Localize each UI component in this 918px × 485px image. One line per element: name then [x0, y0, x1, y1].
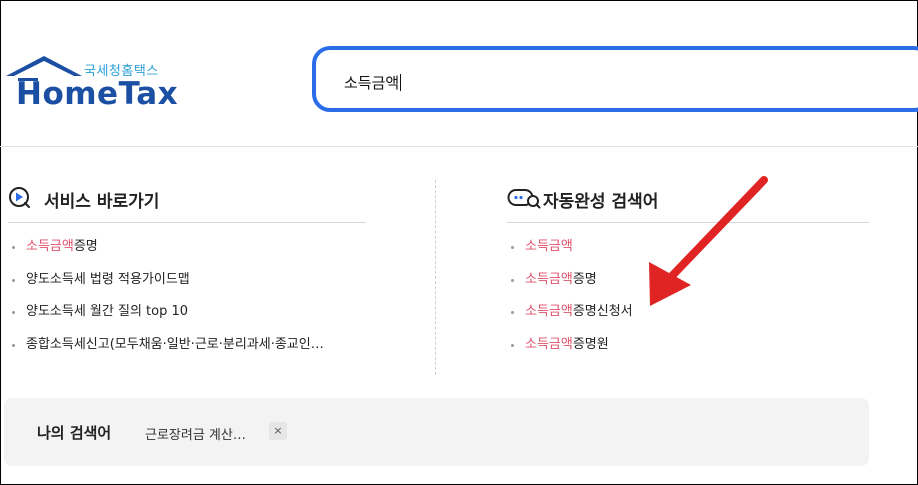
shortcut-item-label: 종합소득세신고(모두채움·일반·근로·분리과세·종교인… [26, 336, 324, 352]
autocomplete-item-highlight: 소득금액 [525, 336, 573, 352]
play-circle-icon [9, 187, 30, 208]
recent-search-item[interactable]: 근로장려금 계산… [145, 424, 246, 443]
shortcut-item-label: 양도소득세 월간 질의 top 10 [26, 304, 189, 319]
shortcut-item-label: 증명 [73, 239, 98, 254]
service-shortcuts-header: 서비스 바로가기 [8, 178, 366, 223]
hometax-logo[interactable]: 국세청홈택스 HomeTax [4, 54, 178, 112]
service-shortcuts-panel: 서비스 바로가기 소득금액증명 양도소득세 법령 적용가이드맵 양도소득세 월간… [8, 178, 366, 361]
recent-searches-panel: 나의 검색어 근로장려금 계산… × [4, 398, 869, 466]
search-input-value: 소득금액 [344, 74, 400, 92]
chat-search-icon [507, 189, 541, 209]
autocomplete-item-highlight: 소득금액 [525, 304, 573, 319]
autocomplete-panel: 자동완성 검색어 소득금액 소득금액증명 소득금액증명신청서 소득금액증명원 [507, 178, 869, 361]
search-box[interactable]: 소득금액 [312, 46, 918, 112]
autocomplete-item-label: 증명원 [572, 336, 609, 352]
column-divider [435, 180, 436, 375]
shortcut-item[interactable]: 양도소득세 월간 질의 top 10 [8, 296, 366, 329]
logo-brand-text: HomeTax [16, 76, 179, 112]
service-shortcuts-list: 소득금액증명 양도소득세 법령 적용가이드맵 양도소득세 월간 질의 top 1… [8, 231, 366, 361]
shortcut-item[interactable]: 양도소득세 법령 적용가이드맵 [8, 264, 366, 297]
autocomplete-list: 소득금액 소득금액증명 소득금액증명신청서 소득금액증명원 [507, 231, 869, 361]
shortcut-item-label: 양도소득세 법령 적용가이드맵 [26, 271, 190, 287]
autocomplete-item[interactable]: 소득금액증명원 [507, 329, 869, 362]
remove-recent-search-button[interactable]: × [269, 422, 287, 440]
autocomplete-item-label: 증명 [572, 271, 597, 287]
header: 국세청홈택스 HomeTax 소득금액 [0, 0, 918, 147]
service-shortcuts-title: 서비스 바로가기 [44, 192, 160, 212]
autocomplete-item[interactable]: 소득금액증명신청서 [507, 296, 869, 329]
text-caret [400, 74, 402, 91]
autocomplete-item[interactable]: 소득금액증명 [507, 264, 869, 297]
shortcut-item-highlight: 소득금액 [26, 239, 74, 254]
autocomplete-header: 자동완성 검색어 [507, 178, 869, 223]
search-input[interactable]: 소득금액 [344, 72, 402, 93]
shortcut-item[interactable]: 소득금액증명 [8, 231, 366, 264]
autocomplete-item-label: 증명신청서 [572, 304, 633, 319]
autocomplete-title: 자동완성 검색어 [543, 192, 659, 212]
shortcut-item[interactable]: 종합소득세신고(모두채움·일반·근로·분리과세·종교인… [8, 329, 366, 362]
autocomplete-item-highlight: 소득금액 [525, 239, 573, 254]
recent-searches-title: 나의 검색어 [37, 424, 112, 442]
autocomplete-item[interactable]: 소득금액 [507, 231, 869, 264]
autocomplete-item-highlight: 소득금액 [525, 271, 573, 287]
